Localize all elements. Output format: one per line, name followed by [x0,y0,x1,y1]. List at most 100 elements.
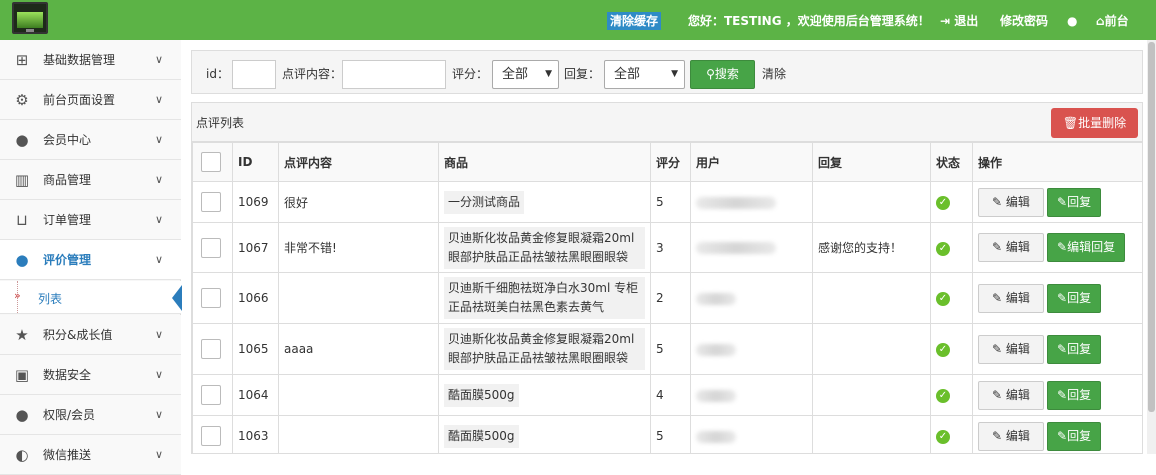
double-chevron-right-icon: » [14,289,21,302]
edit-label: 编辑 [1005,240,1030,254]
actions-cell: ✎ 编辑 ✎回复 [972,272,1142,324]
page-scrollbar[interactable] [1147,40,1156,454]
sidebar-item-label: 会员中心 [43,133,92,147]
reply-button[interactable]: ✎回复 [1047,380,1102,410]
table-row: 1065 aaaa 贝迪斯化妆品黄金修复眼凝霜20ml眼部护肤品正品祛皱祛黑眼圈… [192,323,1142,375]
reply-cell [812,181,931,223]
select-all-checkbox[interactable] [201,152,221,172]
select-cell [192,272,233,324]
chevron-down-icon: ∨ [155,253,164,266]
frontend-link[interactable]: ⌂前台 [1096,12,1129,30]
blurred-username [696,196,776,209]
wechat-icon: ◐ [15,446,29,464]
select-cell [192,374,233,416]
sidebar-item-member-center[interactable]: ● 会员中心 ∨ [0,120,181,160]
clear-link[interactable]: 清除 [762,66,786,82]
edit-button[interactable]: ✎ 编辑 [978,283,1044,313]
reply-cell [812,374,931,416]
sidebar-item-review-management[interactable]: ● 评价管理 ∨ [0,240,181,280]
row-checkbox[interactable] [201,288,221,308]
rating-select[interactable]: 全部 ▼ [492,60,559,89]
row-checkbox[interactable] [201,426,221,446]
reply-button[interactable]: ✎回复 [1047,283,1102,313]
edit-reply-button[interactable]: ✎编辑回复 [1047,233,1126,262]
edit-label: 编辑 [1005,290,1030,305]
change-password-link[interactable]: 修改密码 [1000,12,1048,30]
scrollbar-thumb[interactable] [1148,42,1155,412]
chevron-down-icon: ∨ [155,213,164,226]
sidebar-item-points[interactable]: ★ 积分&成长值 ∨ [0,315,181,355]
check-circle-icon: ✓ [936,196,950,210]
product-name: 酷面膜500g [444,383,519,407]
sidebar-item-product-management[interactable]: ▥ 商品管理 ∨ [0,160,181,200]
filter-bar: id： 点评内容： 评分： 全部 ▼ 回复： 全部 ▼ ⚲搜索 清除 [191,50,1143,94]
user-cell [690,415,813,453]
user-icon: ● [15,131,29,149]
id-cell: 1065 [232,323,279,375]
edit-button[interactable]: ✎ 编辑 [978,187,1044,217]
edit-button[interactable]: ✎ 编辑 [978,421,1044,451]
select-cell [192,181,233,223]
theme-drop-icon[interactable]: ● [1067,12,1077,30]
search-button[interactable]: ⚲搜索 [690,60,755,89]
user-cell [690,181,813,223]
rating-select-value: 全部 [502,67,529,82]
sidebar-item-order-management[interactable]: ⊔ 订单管理 ∨ [0,200,181,240]
sidebar-item-frontend-settings[interactable]: ⚙ 前台页面设置 ∨ [0,80,181,120]
sidebar-item-wechat-push[interactable]: ◐ 微信推送 ∨ [0,435,181,475]
signout-icon: ⇥ [940,14,951,28]
reply-button[interactable]: ✎回复 [1047,187,1102,217]
edit-label: 编辑 [1005,387,1030,402]
sidebar-item-data-security[interactable]: ▣ 数据安全 ∨ [0,355,181,395]
row-checkbox[interactable] [201,385,221,405]
barcode-icon: ▥ [14,171,30,189]
row-checkbox[interactable] [201,237,221,258]
review-list-panel: 点评列表 🗑批量删除 ID 点评内容 商品 评分 用户 回复 状态 操作 106… [191,102,1143,454]
batch-delete-button[interactable]: 🗑批量删除 [1051,108,1138,138]
sidebar-subitem-label: 列表 [38,292,63,306]
blurred-username [696,343,736,356]
product-name: 一分测试商品 [444,190,525,214]
reply-button[interactable]: ✎回复 [1047,421,1102,451]
sidebar-subitem-list[interactable]: » 列表 [0,281,182,314]
id-cell: 1069 [232,181,279,223]
column-header: 用户 [690,142,813,182]
actions-cell: ✎ 编辑 ✎编辑回复 [972,222,1142,273]
top-navbar: 清除缓存 您好：TESTING ，欢迎使用后台管理系统！ ⇥ 退出 修改密码 ●… [0,0,1156,40]
panel-header: 点评列表 🗑批量删除 [192,103,1142,142]
sidebar-item-permissions[interactable]: ● 权限/会员 ∨ [0,395,181,435]
product-cell: 贝迪斯千细胞祛斑净白水30ml 专柜正品祛斑美白祛黑色素去黄气 [438,272,651,324]
reply-cell [812,323,931,375]
edit-button[interactable]: ✎ 编辑 [978,233,1044,262]
lock-icon: ▣ [14,366,30,384]
caret-down-icon: ▼ [671,69,678,79]
logout-link[interactable]: ⇥ 退出 [940,12,978,30]
reply-select[interactable]: 全部 ▼ [604,60,685,89]
select-cell [192,323,233,375]
id-cell: 1066 [232,272,279,324]
row-checkbox[interactable] [201,339,221,359]
column-header: 操作 [972,142,1142,182]
column-header: 点评内容 [278,142,439,182]
reply-button[interactable]: ✎回复 [1047,334,1102,364]
sidebar-item-basic-data[interactable]: ⊞ 基础数据管理 ∨ [0,40,181,80]
cart-icon: ⊔ [16,211,28,229]
reply-cell [812,415,931,453]
check-circle-icon: ✓ [936,430,950,444]
clear-cache-button[interactable]: 清除缓存 [607,12,662,30]
check-circle-icon: ✓ [936,292,950,306]
actions-cell: ✎ 编辑 ✎回复 [972,323,1142,375]
column-header: 回复 [812,142,931,182]
logo-monitor-icon[interactable] [12,2,48,34]
content-input[interactable] [342,60,446,89]
edit-button[interactable]: ✎ 编辑 [978,380,1044,410]
sidebar: ⊞ 基础数据管理 ∨ ⚙ 前台页面设置 ∨ ● 会员中心 ∨ ▥ 商品管理 ∨ ⊔ 订单管理 ∨ ●… [0,40,182,475]
id-input[interactable] [232,60,276,89]
edit-label: 编辑 [1005,428,1030,443]
greeting-text: 您好：TESTING ，欢迎使用后台管理系统！ [688,14,930,28]
sidebar-item-label: 积分&成长值 [43,328,113,342]
row-checkbox[interactable] [201,192,221,212]
blurred-username [696,242,776,254]
content-cell [278,415,439,453]
edit-button[interactable]: ✎ 编辑 [978,334,1044,364]
